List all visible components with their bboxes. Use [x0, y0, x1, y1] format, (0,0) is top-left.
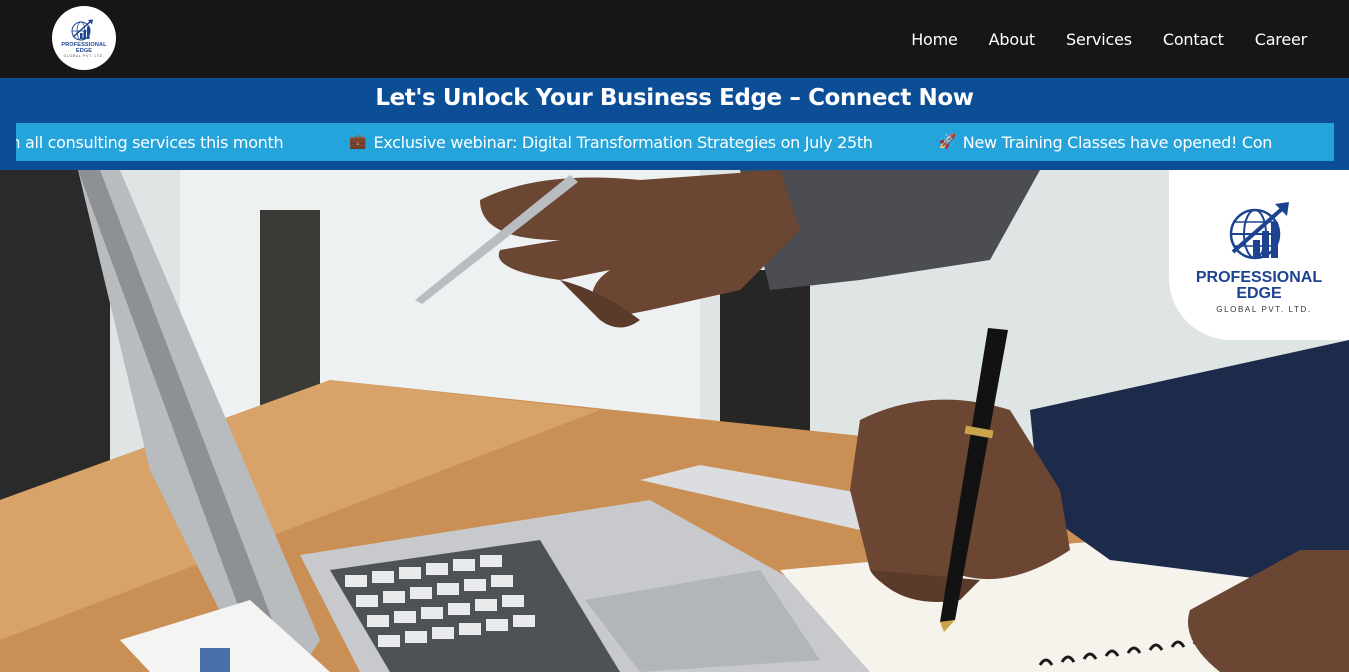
- hero-photo-illustration: [0, 170, 1349, 672]
- news-ticker: off on all consulting services this mont…: [16, 123, 1334, 161]
- ticker-item-text: Exclusive webinar: Digital Transformatio…: [373, 132, 873, 152]
- ticker-item[interactable]: 💼 Exclusive webinar: Digital Transformat…: [349, 132, 873, 152]
- brand-logo[interactable]: PROFESSIONAL EDGE GLOBAL PVT. LTD.: [52, 6, 116, 70]
- nav-link-contact[interactable]: Contact: [1163, 30, 1224, 49]
- nav-link-about[interactable]: About: [989, 30, 1036, 49]
- ticker-item[interactable]: 🚀 New Training Classes have opened! Con: [938, 132, 1273, 152]
- corner-brand-badge: PROFESSIONAL EDGE GLOBAL PVT. LTD.: [1169, 170, 1349, 340]
- main-nav: Home About Services Contact Career: [880, 0, 1307, 78]
- badge-text-line3: GLOBAL PVT. LTD.: [1216, 305, 1312, 314]
- ticker-item[interactable]: off on all consulting services this mont…: [16, 132, 284, 152]
- promo-banner: Let's Unlock Your Business Edge – Connec…: [0, 78, 1349, 170]
- banner-headline[interactable]: Let's Unlock Your Business Edge – Connec…: [0, 85, 1349, 111]
- ticker-item-text: New Training Classes have opened! Con: [962, 132, 1273, 152]
- badge-text-line2: EDGE: [1236, 285, 1282, 302]
- hero-image: [0, 170, 1349, 672]
- nav-link-services[interactable]: Services: [1066, 30, 1132, 49]
- briefcase-icon: 💼: [349, 134, 367, 150]
- ticker-track: off on all consulting services this mont…: [16, 123, 1334, 161]
- globe-growth-chart-icon: [1229, 202, 1289, 260]
- ticker-item-text: off on all consulting services this mont…: [16, 132, 284, 152]
- nav-link-home[interactable]: Home: [911, 30, 958, 49]
- badge-text-line1: PROFESSIONAL: [1195, 269, 1323, 286]
- globe-growth-chart-icon: [71, 19, 93, 40]
- nav-link-career[interactable]: Career: [1255, 30, 1307, 49]
- logo-text-line3: GLOBAL PVT. LTD.: [63, 53, 105, 58]
- top-navbar: PROFESSIONAL EDGE GLOBAL PVT. LTD. Home …: [0, 0, 1349, 78]
- rocket-icon: 🚀: [938, 134, 956, 150]
